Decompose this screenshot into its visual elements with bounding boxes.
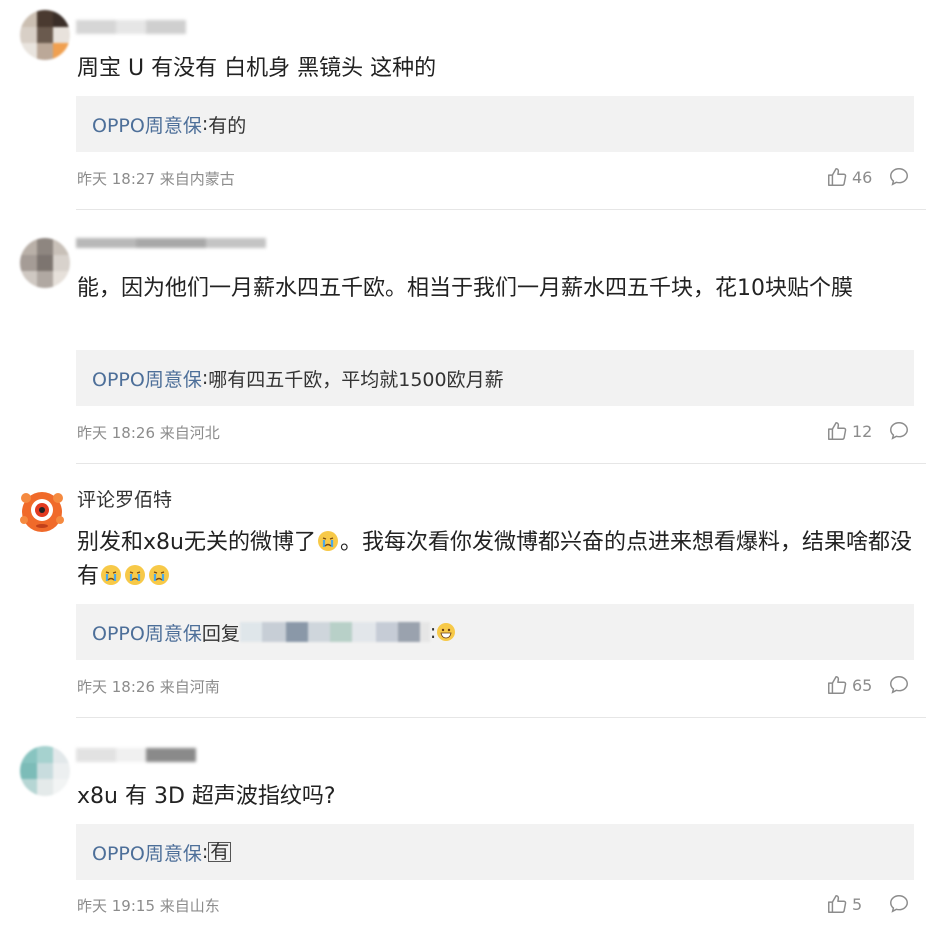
like-count: 46 [852, 167, 873, 187]
comment-meta: 昨天 18:26 来自河北 [77, 422, 220, 443]
reply-text: 有 [208, 841, 232, 863]
comment-location: 来自内蒙古 [159, 170, 235, 188]
comment-item: x8u 有 3D 超声波指纹吗? OPPO周意保: 有 昨天 19:15 来自山东… [0, 718, 926, 928]
comment-actions: 5 [826, 893, 910, 915]
comment-location: 来自河北 [159, 424, 220, 442]
comment-actions: 46 [826, 166, 910, 188]
thumbs-up-icon [828, 168, 847, 186]
crying-face-emoji [101, 565, 122, 585]
comment-item: 周宝 U 有没有 白机身 黑镜头 这种的 OPPO周意保: 有的 昨天 18:27… [0, 0, 926, 210]
comment-meta: 昨天 19:15 来自山东 [77, 895, 220, 916]
reply-box[interactable]: OPPO周意保: 有的 [76, 96, 914, 152]
like-button[interactable]: 65 [826, 674, 874, 696]
comment-text: 能，因为他们一月薪水四五千欧。相当于我们一月薪水四五千块，花10块贴个膜 [77, 276, 853, 301]
reply-box[interactable]: OPPO周意保 回复: [76, 604, 914, 660]
crying-face-emoji [317, 531, 338, 551]
comment-actions: 12 [826, 420, 910, 442]
username-redacted [76, 20, 186, 34]
reply-author-link[interactable]: OPPO周意保 [92, 839, 202, 866]
reply-author-link[interactable]: OPPO周意保 [92, 365, 202, 392]
like-button[interactable]: 12 [826, 420, 874, 442]
thumbs-up-icon [828, 895, 847, 913]
comment-bubble-icon[interactable] [888, 420, 910, 442]
thumbs-up-icon [828, 676, 847, 694]
username[interactable]: 评论罗佰特 [77, 485, 172, 512]
comment-location: 来自山东 [159, 897, 220, 915]
username-redacted [76, 238, 266, 248]
avatar[interactable] [20, 10, 70, 60]
crying-face-emoji [125, 565, 146, 585]
thumbs-up-icon [828, 422, 847, 440]
comment-location: 来自河南 [159, 678, 220, 696]
like-button[interactable]: 46 [826, 166, 874, 188]
comment-meta: 昨天 18:27 来自内蒙古 [77, 168, 235, 189]
avatar[interactable] [20, 746, 70, 796]
reply-text: 有的 [208, 114, 247, 137]
grinning-face-emoji [437, 623, 456, 641]
comment-time: 昨天 18:27 [77, 170, 155, 188]
like-button[interactable]: 5 [826, 893, 874, 915]
reply-author-link[interactable]: OPPO周意保 [92, 619, 202, 646]
avatar[interactable] [20, 238, 70, 288]
comment-bubble-icon[interactable] [888, 166, 910, 188]
reply-author-link[interactable]: OPPO周意保 [92, 111, 202, 138]
comment-text: 周宝 U 有没有 白机身 黑镜头 这种的 [77, 56, 437, 81]
reply-box[interactable]: OPPO周意保: 哪有四五千欧，平均就1500欧月薪 [76, 350, 914, 406]
like-count: 65 [852, 675, 873, 695]
comment-time: 昨天 18:26 [77, 678, 155, 696]
red-robot-avatar[interactable] [16, 484, 68, 536]
crying-face-emoji [149, 565, 170, 585]
like-count: 12 [852, 421, 873, 441]
comment-bubble-icon[interactable] [888, 674, 910, 696]
like-count: 5 [852, 894, 863, 914]
redacted-username [239, 622, 430, 642]
reply-box[interactable]: OPPO周意保: 有 [76, 824, 914, 880]
comment-text: x8u 有 3D 超声波指纹吗? [77, 784, 336, 809]
comment-text: 别发和x8u无关的微博了 。我每次看你发微博都兴奋的点进来想看爆料，结果啥都没有 [77, 526, 913, 594]
comment-time: 昨天 18:26 [77, 424, 155, 442]
comment-item: 能，因为他们一月薪水四五千欧。相当于我们一月薪水四五千块，花10块贴个膜 OPP… [0, 210, 926, 464]
comment-meta: 昨天 18:26 来自河南 [77, 676, 220, 697]
comment-time: 昨天 19:15 [77, 897, 155, 915]
reply-text: 哪有四五千欧，平均就1500欧月薪 [208, 368, 504, 391]
reply-prefix: 回复 [201, 622, 240, 645]
comment-actions: 65 [826, 674, 910, 696]
comment-bubble-icon[interactable] [888, 893, 910, 915]
comment-text-part1: 别发和x8u无关的微博了 [77, 530, 316, 555]
comment-item: 评论罗佰特 别发和x8u无关的微博了 。我每次看你发微博都兴奋的点进来想看爆料，结… [0, 464, 926, 718]
username-redacted [76, 748, 196, 762]
